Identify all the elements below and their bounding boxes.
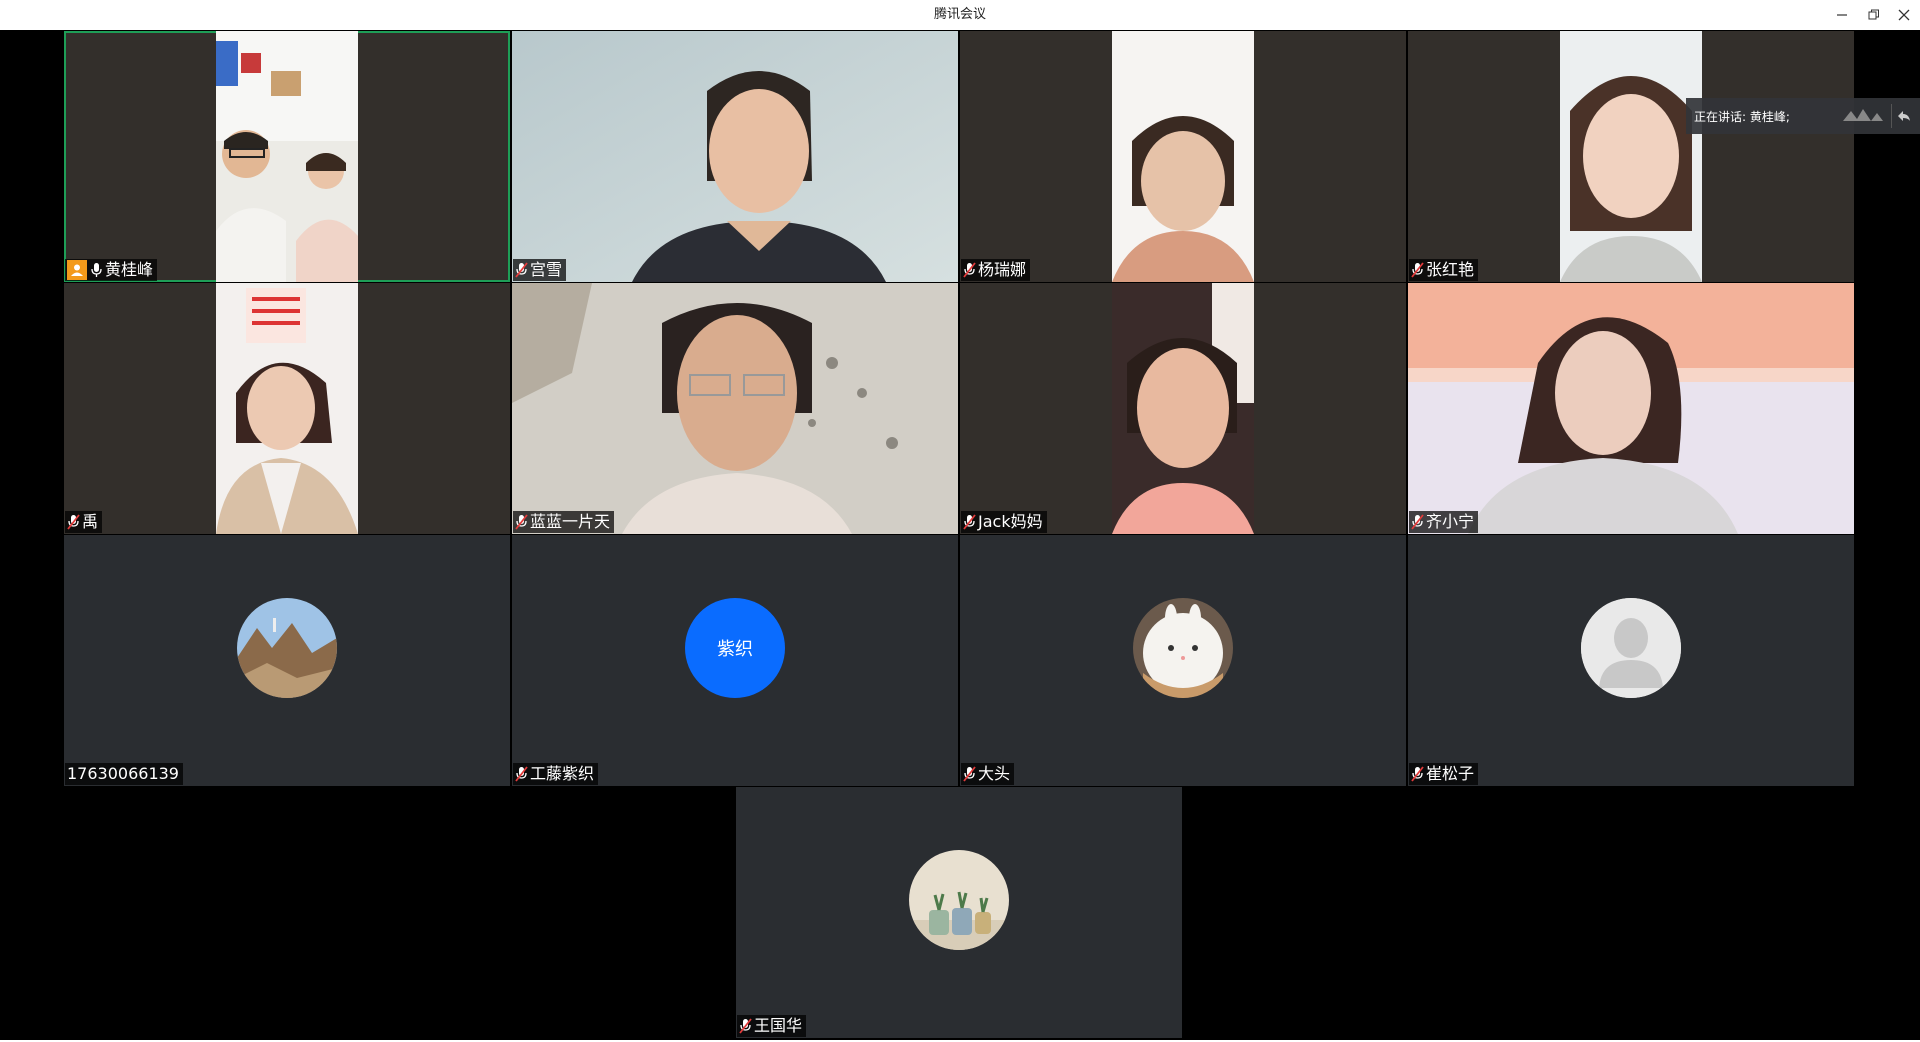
microphone-muted-icon: [963, 262, 976, 278]
participant-name: 王国华: [754, 1016, 803, 1035]
participant-name-tag: 杨瑞娜: [961, 259, 1031, 281]
window-title: 腾讯会议: [933, 7, 986, 22]
video-feed: [216, 31, 358, 282]
microphone-muted-icon: [515, 514, 528, 530]
participant-tile[interactable]: 紫织 工藤紫织: [512, 535, 958, 786]
microphone-muted-icon: [963, 766, 976, 782]
participant-name-tag: 宫雪: [513, 259, 567, 281]
restore-icon: [1868, 9, 1879, 20]
participant-avatar: [1133, 598, 1233, 698]
participant-name: 蓝蓝一片天: [530, 512, 611, 531]
default-person-icon: [1581, 598, 1681, 698]
participant-avatar: 紫织: [685, 598, 785, 698]
participant-name: 杨瑞娜: [978, 260, 1027, 279]
participant-name-tag: 张红艳: [1409, 259, 1479, 281]
microphone-muted-icon: [1411, 262, 1424, 278]
meeting-stage: 黄桂峰 宫雪 杨瑞娜 张红艳 禹 蓝蓝一片天 Jack妈妈 齐小宁 176300…: [0, 30, 1920, 1040]
minimize-icon: [1837, 14, 1847, 16]
participant-name-tag: 崔松子: [1409, 763, 1479, 785]
video-feed: [1560, 31, 1702, 282]
participant-name-tag: Jack妈妈: [961, 511, 1047, 533]
collapse-button[interactable]: [1891, 104, 1916, 128]
participant-avatar: [909, 850, 1009, 950]
microphone-muted-icon: [1411, 766, 1424, 782]
participant-name: 黄桂峰: [105, 260, 154, 279]
participant-name: 齐小宁: [1426, 512, 1475, 531]
participant-name: 17630066139: [67, 764, 179, 783]
participant-avatar: [1581, 598, 1681, 698]
participant-name: 崔松子: [1426, 764, 1475, 783]
participant-tile[interactable]: 杨瑞娜: [960, 31, 1406, 282]
participant-name: 工藤紫织: [530, 764, 595, 783]
close-button[interactable]: [1888, 0, 1920, 30]
restore-button[interactable]: [1858, 0, 1890, 30]
microphone-muted-icon: [963, 514, 976, 530]
title-bar: 腾讯会议: [0, 0, 1920, 31]
participant-name: 宫雪: [530, 260, 563, 279]
microphone-muted-icon: [67, 514, 80, 530]
participant-tile[interactable]: 宫雪: [512, 31, 958, 282]
host-icon: [67, 260, 87, 280]
participant-name-tag: 禹: [65, 511, 103, 533]
participant-name-tag: 蓝蓝一片天: [513, 511, 615, 533]
participant-tile[interactable]: 禹: [64, 283, 510, 534]
participant-name-tag: 17630066139: [65, 763, 183, 785]
video-feed: [512, 283, 958, 534]
microphone-muted-icon: [515, 766, 528, 782]
audio-wave-icon: [1843, 107, 1883, 126]
microphone-muted-icon: [739, 1018, 752, 1034]
participant-name: 禹: [82, 512, 99, 531]
participant-avatar: [237, 598, 337, 698]
participant-name: 张红艳: [1426, 260, 1475, 279]
video-feed: [216, 283, 358, 534]
participant-name-tag: 工藤紫织: [513, 763, 599, 785]
participant-tile[interactable]: 大头: [960, 535, 1406, 786]
microphone-icon: [90, 262, 103, 278]
video-feed: [1408, 283, 1854, 534]
participant-name-tag: 大头: [961, 763, 1015, 785]
participant-name: 大头: [978, 764, 1011, 783]
participant-tile[interactable]: Jack妈妈: [960, 283, 1406, 534]
microphone-muted-icon: [1411, 514, 1424, 530]
video-feed: [512, 31, 958, 282]
minimize-button[interactable]: [1826, 0, 1858, 30]
speaking-label: 正在讲话: 黄桂峰;: [1694, 109, 1790, 124]
video-feed: [1112, 31, 1254, 282]
participant-tile[interactable]: 王国华: [736, 787, 1182, 1038]
microphone-muted-icon: [515, 262, 528, 278]
participant-tile[interactable]: 张红艳: [1408, 31, 1854, 282]
close-icon: [1898, 9, 1910, 21]
reply-arrow-icon: [1898, 111, 1910, 121]
avatar-initials: 紫织: [717, 639, 753, 660]
participant-name-tag: 王国华: [737, 1015, 807, 1037]
participant-name-tag: 黄桂峰: [65, 259, 158, 281]
participant-tile[interactable]: 黄桂峰: [64, 31, 510, 282]
participant-name: Jack妈妈: [978, 512, 1043, 531]
speaking-indicator: 正在讲话: 黄桂峰;: [1686, 98, 1920, 134]
video-feed: [1112, 283, 1254, 534]
participant-tile[interactable]: 蓝蓝一片天: [512, 283, 958, 534]
participant-tile[interactable]: 齐小宁: [1408, 283, 1854, 534]
participant-name-tag: 齐小宁: [1409, 511, 1479, 533]
participant-tile[interactable]: 17630066139: [64, 535, 510, 786]
participant-tile[interactable]: 崔松子: [1408, 535, 1854, 786]
